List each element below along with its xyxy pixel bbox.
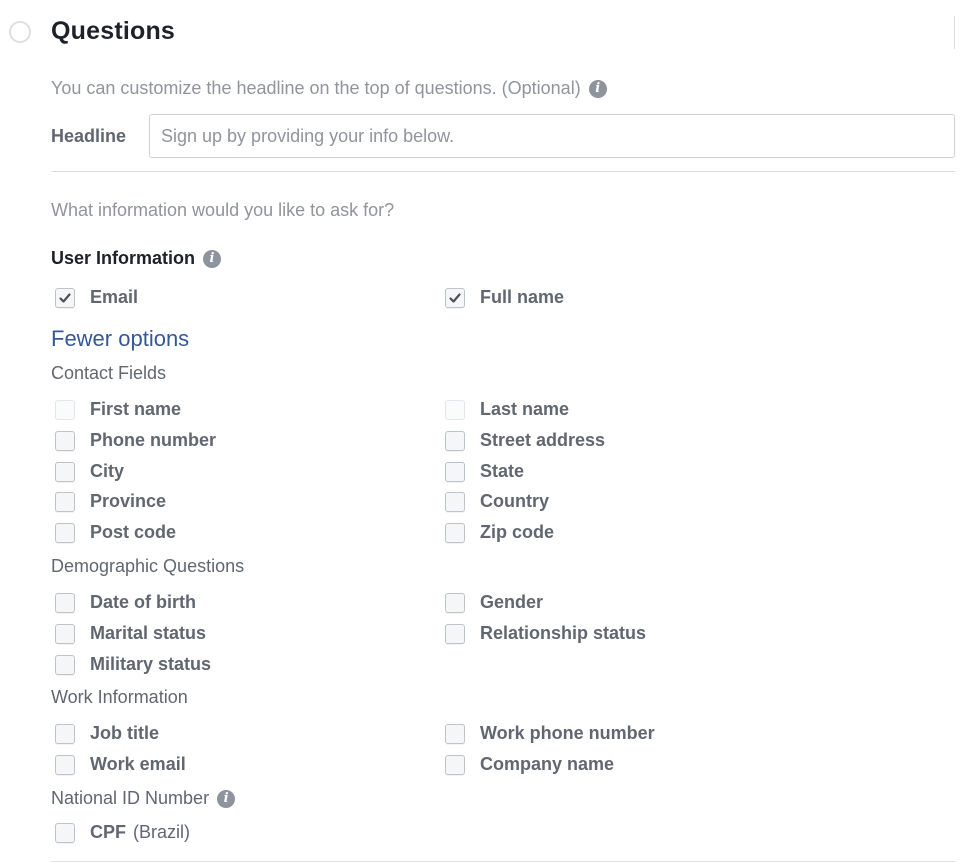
checkbox-label: Date of birth <box>90 592 196 612</box>
checkbox[interactable] <box>445 723 465 744</box>
checkbox[interactable] <box>55 430 75 451</box>
checkbox[interactable] <box>445 399 465 420</box>
checkbox-item[interactable]: Marital status <box>51 623 213 644</box>
checkbox-label: Relationship status <box>480 623 647 643</box>
checkbox-label: Post code <box>90 522 177 542</box>
info-icon[interactable]: i <box>588 79 607 98</box>
checkbox-item[interactable]: Work email <box>51 754 193 775</box>
group-label-work: Work Information <box>51 687 188 707</box>
checkbox[interactable] <box>445 491 465 512</box>
headline-help-text: You can customize the headline on the to… <box>51 78 581 98</box>
checkbox-label: Company name <box>480 754 615 774</box>
checkbox-item[interactable]: Full name <box>441 287 571 308</box>
checkbox-label: Zip code <box>480 522 555 542</box>
checkbox[interactable] <box>445 430 465 451</box>
user-information-label: User Information <box>51 248 196 268</box>
fewer-options-link[interactable]: Fewer options <box>51 326 189 352</box>
checkbox-label: Gender <box>480 592 544 612</box>
checkbox[interactable] <box>55 287 75 308</box>
checkbox-item[interactable]: Date of birth <box>51 592 203 613</box>
checkbox-label: Work phone number <box>480 723 655 743</box>
checkbox-item[interactable]: Gender <box>441 592 550 613</box>
user-information-title: User Information i <box>51 248 222 269</box>
checkbox-sublabel: (Brazil) <box>133 822 190 842</box>
checkbox[interactable] <box>55 592 75 613</box>
checkmark-icon <box>449 292 461 303</box>
checkmark-icon <box>59 292 71 303</box>
checkbox-item[interactable]: Military status <box>51 654 218 675</box>
checkbox[interactable] <box>55 754 75 775</box>
checkbox-label: Email <box>90 287 139 307</box>
checkbox[interactable] <box>445 461 465 482</box>
checkbox-item[interactable]: Post code <box>51 522 183 543</box>
checkbox-label: Job title <box>90 723 160 743</box>
checkbox[interactable] <box>55 522 75 543</box>
checkbox-item[interactable]: Street address <box>441 430 612 451</box>
checkbox-label: Phone number <box>90 430 217 450</box>
checkbox-item[interactable]: Country <box>441 491 556 512</box>
checkbox-item[interactable]: Job title <box>51 723 166 744</box>
checkbox[interactable] <box>445 754 465 775</box>
headline-input[interactable] <box>149 114 955 158</box>
checkbox[interactable] <box>445 592 465 613</box>
checkbox-label: First name <box>90 399 182 419</box>
checkbox[interactable] <box>55 723 75 744</box>
checkbox-item[interactable]: State <box>441 461 531 482</box>
headline-row: Headline <box>51 114 955 158</box>
vertical-divider <box>954 16 955 49</box>
checkbox-label: Military status <box>90 654 212 674</box>
checkbox-label: Last name <box>480 399 570 419</box>
checkbox-label: Marital status <box>90 623 207 643</box>
section-title: Questions <box>51 17 176 45</box>
checkbox-label: Full name <box>480 287 565 307</box>
ask-prompt: What information would you like to ask f… <box>51 200 395 220</box>
checkbox-item[interactable]: Zip code <box>441 522 561 543</box>
checkbox-label: City <box>90 461 125 481</box>
checkbox[interactable] <box>445 522 465 543</box>
group-label-demographic: Demographic Questions <box>51 556 245 576</box>
checkbox-item[interactable]: Email <box>51 287 145 308</box>
checkbox-item[interactable]: CPF (Brazil) <box>51 822 190 843</box>
checkbox-label: Work email <box>90 754 186 774</box>
checkbox-label: Street address <box>480 430 606 450</box>
checkbox[interactable] <box>445 623 465 644</box>
checkbox-item[interactable]: First name <box>51 399 188 420</box>
national-id-label: National ID Number <box>51 788 210 808</box>
step-status-circle <box>9 21 31 43</box>
checkbox[interactable] <box>445 287 465 308</box>
group-label-national-id: National ID Number i <box>51 788 236 809</box>
checkbox[interactable] <box>55 461 75 482</box>
checkbox-label: State <box>480 461 525 481</box>
divider <box>51 171 955 172</box>
checkbox[interactable] <box>55 822 75 843</box>
headline-help: You can customize the headline on the to… <box>51 78 607 99</box>
checkbox-item[interactable]: Last name <box>441 399 576 420</box>
group-label-contact: Contact Fields <box>51 363 167 383</box>
checkbox[interactable] <box>55 654 75 675</box>
checkbox[interactable] <box>55 623 75 644</box>
checkbox-item[interactable]: Province <box>51 491 173 512</box>
checkbox-label: Country <box>480 491 549 511</box>
info-icon[interactable]: i <box>217 789 236 808</box>
checkbox-item[interactable]: Phone number <box>51 430 223 451</box>
divider <box>51 861 955 862</box>
checkbox-label: CPF <box>90 822 126 842</box>
checkbox-item[interactable]: Company name <box>441 754 621 775</box>
headline-label: Headline <box>51 125 127 146</box>
checkbox[interactable] <box>55 491 75 512</box>
checkbox-item[interactable]: Work phone number <box>441 723 662 744</box>
info-icon[interactable]: i <box>203 249 222 268</box>
checkbox-item[interactable]: City <box>51 461 131 482</box>
checkbox[interactable] <box>55 399 75 420</box>
checkbox-label: Province <box>90 491 167 511</box>
checkbox-item[interactable]: Relationship status <box>441 623 653 644</box>
